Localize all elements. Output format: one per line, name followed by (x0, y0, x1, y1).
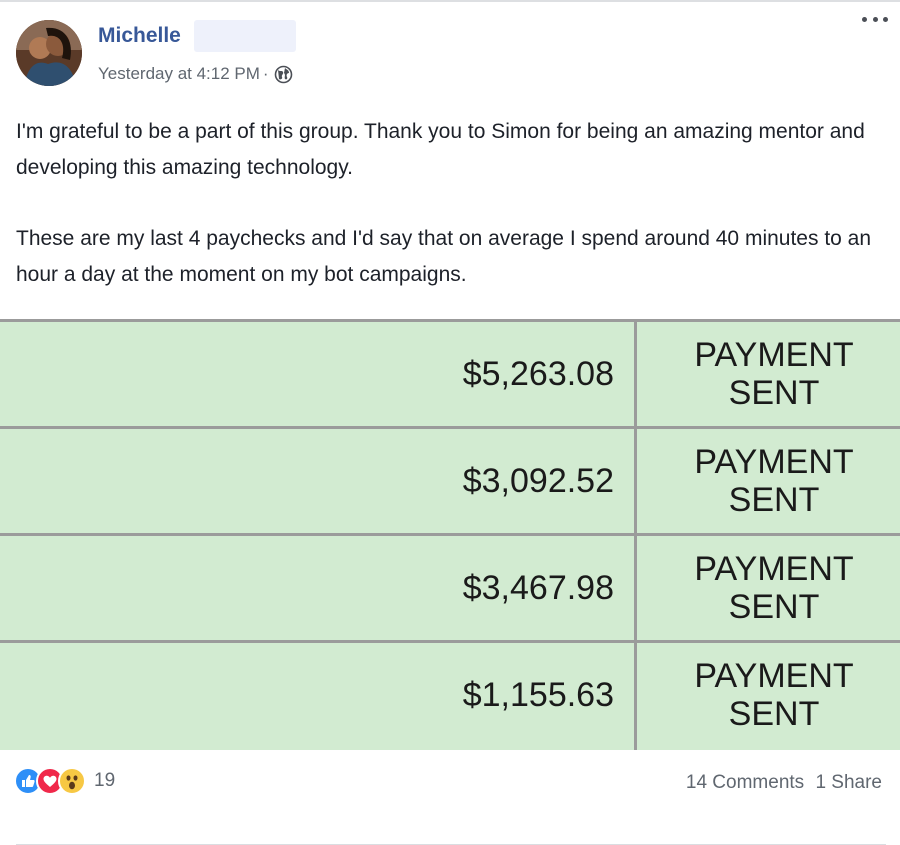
author-name[interactable]: Michelle (98, 24, 181, 48)
payment-amount: $5,263.08 (462, 354, 614, 393)
avatar[interactable] (16, 20, 82, 86)
payment-amount: $3,092.52 (462, 461, 614, 500)
table-row: $3,467.98 PAYMENT SENT (0, 536, 900, 643)
timestamp[interactable]: Yesterday at 4:12 PM (98, 64, 260, 84)
table-row: $1,155.63 PAYMENT SENT (0, 643, 900, 747)
payment-amount: $1,155.63 (462, 675, 614, 714)
more-icon[interactable] (862, 12, 888, 26)
comments-link[interactable]: 14 Comments (686, 772, 804, 793)
payment-status: PAYMENT SENT (694, 336, 854, 412)
table-row: $5,263.08 PAYMENT SENT (0, 322, 900, 429)
post-text: I'm grateful to be a part of this group.… (16, 114, 886, 293)
shares-link[interactable]: 1 Share (815, 772, 882, 793)
payment-status: PAYMENT SENT (694, 657, 854, 733)
reaction-summary[interactable]: 19 (14, 767, 115, 795)
payment-status: PAYMENT SENT (694, 443, 854, 519)
post-footer: 19 14 Comments 1 Share (0, 747, 900, 845)
redacted-surname (194, 20, 296, 52)
divider (0, 0, 900, 2)
reaction-count: 19 (94, 770, 116, 791)
payment-status: PAYMENT SENT (694, 550, 854, 626)
engagement-counts: 14 Comments 1 Share (686, 772, 882, 794)
globe-icon[interactable] (274, 65, 293, 84)
feed-post: Michelle Yesterday at 4:12 PM · I'm grat… (0, 0, 900, 845)
post-paragraph: I'm grateful to be a part of this group.… (16, 120, 865, 179)
meta-separator: · (262, 64, 269, 83)
table-row: $3,092.52 PAYMENT SENT (0, 429, 900, 536)
wow-icon (58, 767, 86, 795)
paycheck-table[interactable]: $5,263.08 PAYMENT SENT $3,092.52 PAYMENT S… (0, 319, 900, 750)
post-meta: Yesterday at 4:12 PM · (98, 64, 293, 84)
payment-amount: $3,467.98 (462, 568, 614, 607)
post-paragraph: These are my last 4 paychecks and I'd sa… (16, 227, 872, 286)
